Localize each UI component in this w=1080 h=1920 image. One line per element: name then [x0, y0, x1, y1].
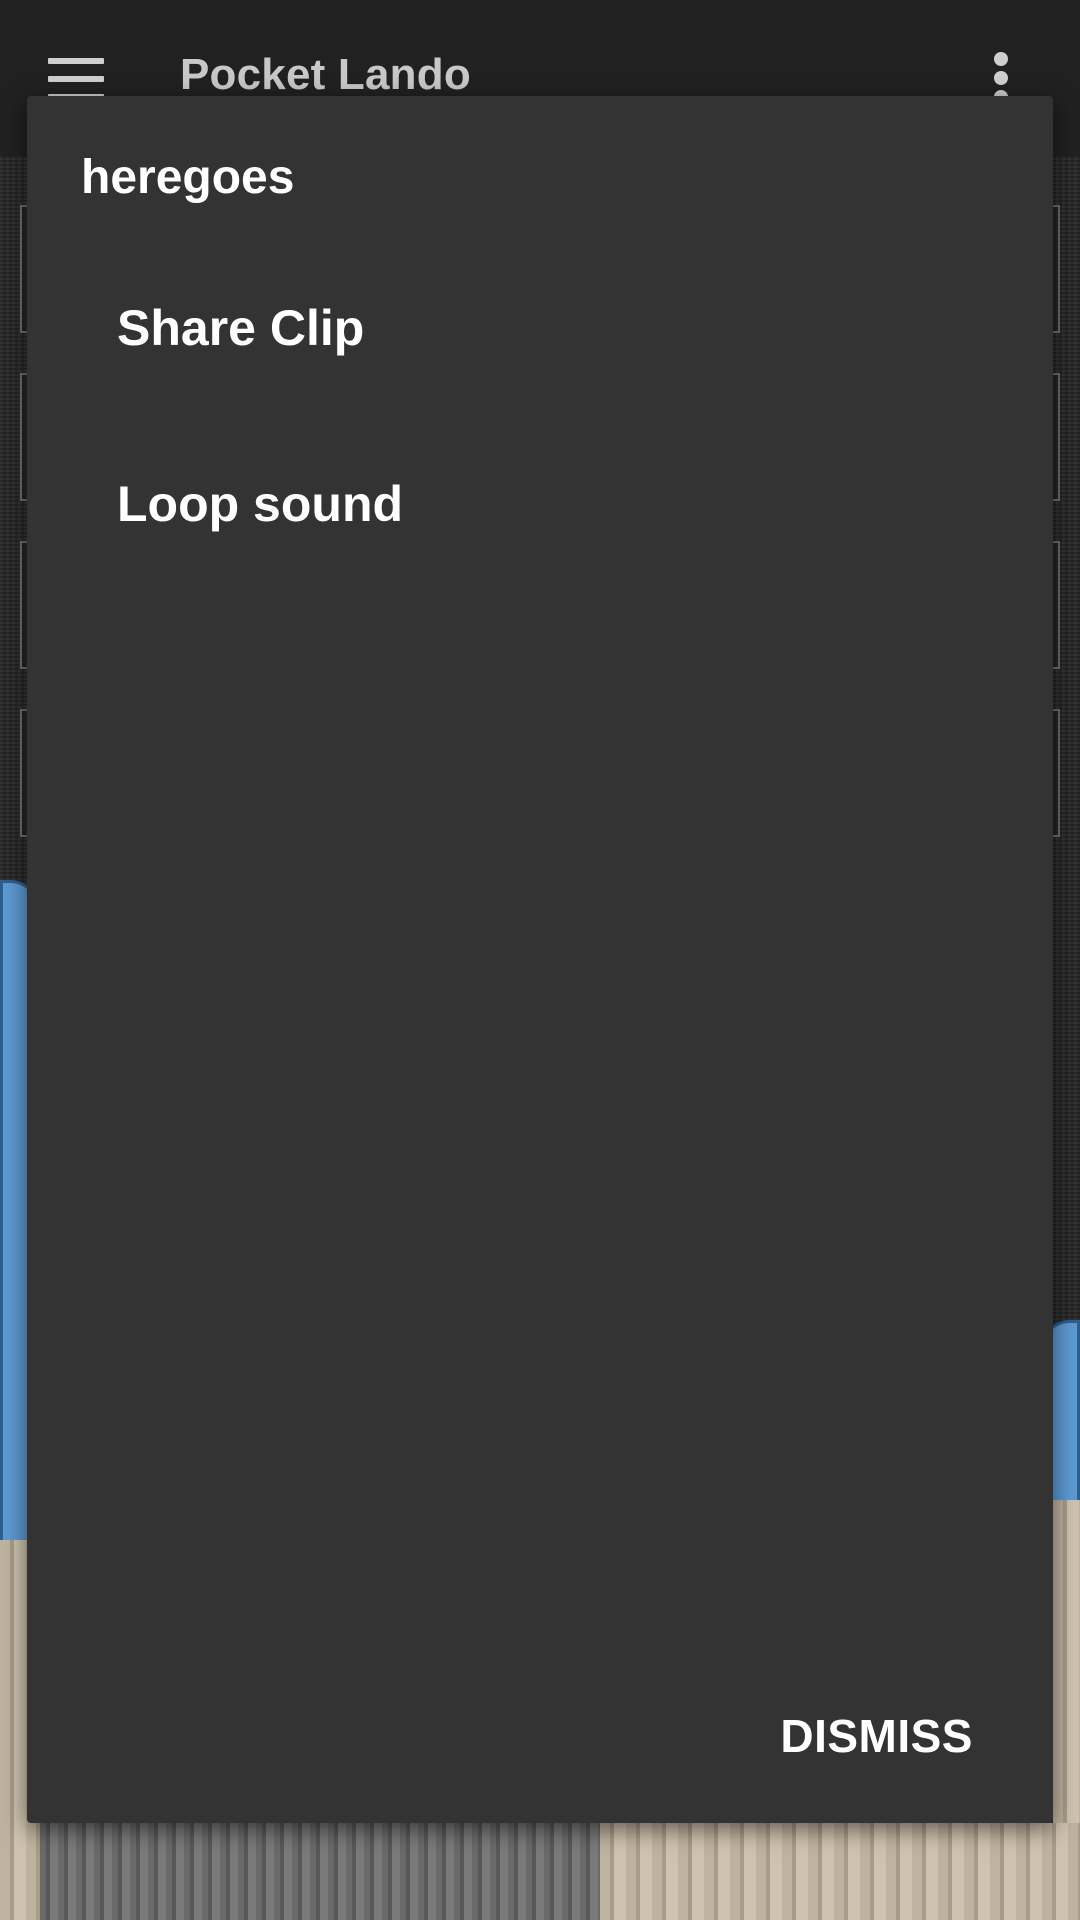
share-clip-option[interactable]: Share Clip — [27, 240, 1053, 416]
dismiss-button[interactable]: DISMISS — [768, 1701, 985, 1771]
app-title: Pocket Lando — [180, 50, 471, 99]
options-dialog: heregoes Share Clip Loop sound DISMISS — [27, 96, 1053, 1823]
dialog-item-label: Share Clip — [117, 300, 365, 356]
background-illustration — [1053, 1500, 1080, 1823]
dialog-title: heregoes — [81, 151, 295, 204]
background-illustration — [600, 1823, 1080, 1920]
background-illustration — [40, 1823, 600, 1920]
loop-sound-option[interactable]: Loop sound — [27, 416, 1053, 592]
dialog-item-label: Loop sound — [117, 476, 404, 532]
